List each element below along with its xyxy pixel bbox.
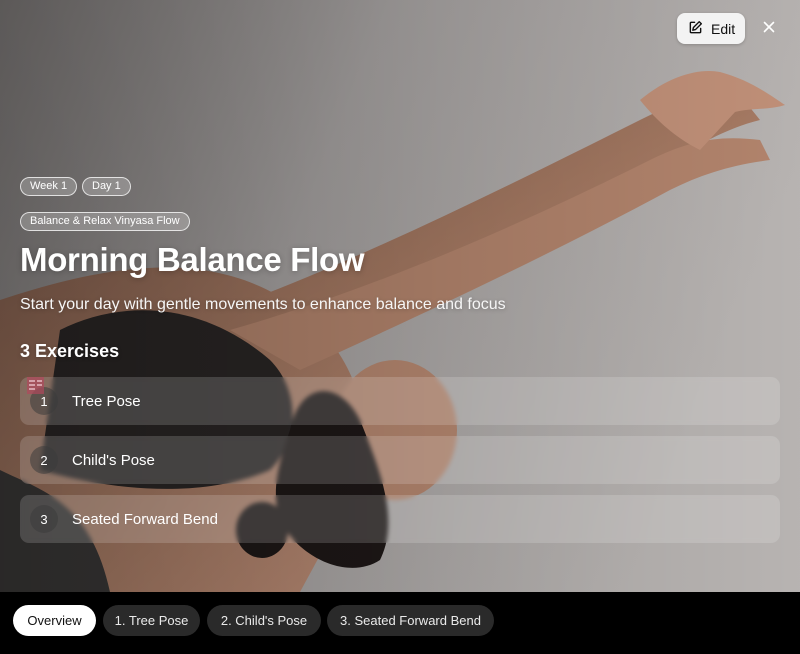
edit-label: Edit <box>711 20 736 37</box>
tab-childs-pose[interactable]: 2. Child's Pose <box>207 605 321 636</box>
exercise-item-seated-forward-bend[interactable]: 3 Seated Forward Bend <box>20 495 780 543</box>
exercise-number: 2 <box>30 446 58 474</box>
program-badge: Balance & Relax Vinyasa Flow <box>20 212 190 231</box>
page-subtitle: Start your day with gentle movements to … <box>20 296 506 313</box>
week-badge: Week 1 <box>20 177 78 196</box>
exercise-name: Child's Pose <box>72 451 155 469</box>
tab-tree-pose[interactable]: 1. Tree Pose <box>103 605 200 636</box>
exercise-item-childs-pose[interactable]: 2 Child's Pose <box>20 436 780 484</box>
exercise-number: 3 <box>30 505 58 533</box>
tab-overview[interactable]: Overview <box>13 605 96 636</box>
bottom-tab-bar: Overview 1. Tree Pose 2. Child's Pose 3.… <box>0 592 800 654</box>
tab-seated-forward-bend[interactable]: 3. Seated Forward Bend <box>327 605 494 636</box>
exercise-item-tree-pose[interactable]: 1 Tree Pose <box>20 377 780 425</box>
day-badge: Day 1 <box>82 177 131 196</box>
exercise-name: Seated Forward Bend <box>72 510 218 528</box>
exercise-name: Tree Pose <box>72 392 141 410</box>
close-button[interactable] <box>758 18 780 40</box>
close-icon <box>763 20 775 38</box>
exercise-count: 3 Exercises <box>20 341 120 361</box>
page-title: Morning Balance Flow <box>20 241 365 278</box>
exercise-thumbnail <box>27 377 44 394</box>
edit-icon <box>688 20 703 38</box>
edit-button[interactable]: Edit <box>677 13 745 44</box>
